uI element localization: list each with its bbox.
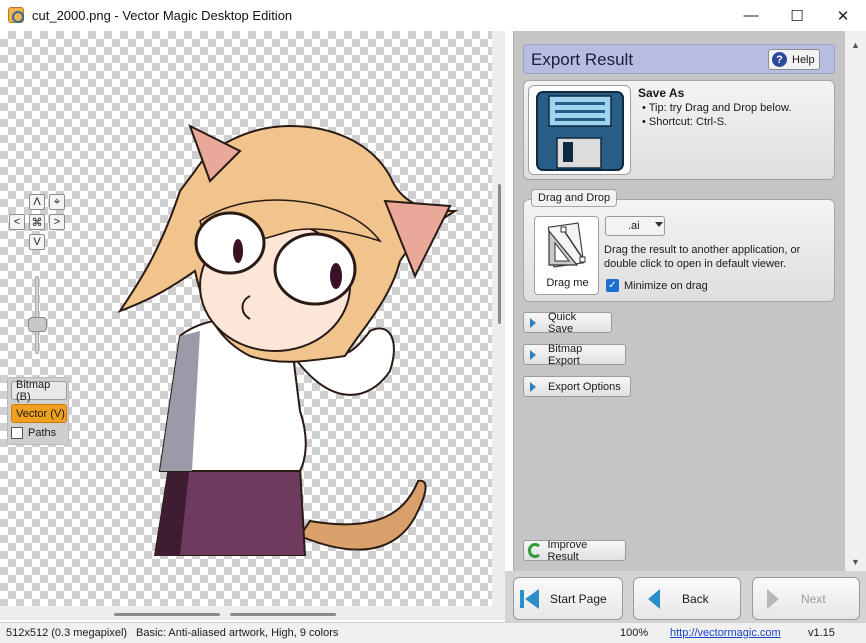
export-options-button[interactable]: Export Options <box>523 376 631 397</box>
version-label: v1.15 <box>808 627 835 639</box>
save-as-tip: • Tip: try Drag and Drop below. <box>642 102 792 114</box>
minimize-on-drag-label: Minimize on drag <box>624 279 708 292</box>
scroll-up-arrow-icon[interactable]: ▲ <box>851 40 860 50</box>
title-bar: cut_2000.png - Vector Magic Desktop Edit… <box>0 0 866 31</box>
back-button[interactable]: Back <box>633 577 741 620</box>
canvas-horizontal-scroll-thumb-secondary[interactable] <box>230 613 336 616</box>
minimize-button[interactable]: — <box>728 0 774 31</box>
canvas-horizontal-scroll-thumb[interactable] <box>114 613 220 616</box>
back-arrow-icon <box>648 588 660 609</box>
help-button[interactable]: ? Help <box>768 49 820 70</box>
window-title: cut_2000.png - Vector Magic Desktop Edit… <box>32 8 293 23</box>
paths-checkbox[interactable] <box>11 427 23 439</box>
pan-right-button[interactable]: > <box>49 214 65 230</box>
floppy-disk-icon <box>536 91 624 171</box>
image-size-status: 512x512 (0.3 megapixel) <box>6 627 128 639</box>
artwork-eye-right <box>273 232 357 306</box>
paths-toggle[interactable]: Paths <box>11 427 56 439</box>
zoom-fit-button[interactable]: ⌖ <box>49 194 65 210</box>
settings-status: Basic: Anti-aliased artwork, High, 9 col… <box>136 627 339 639</box>
start-page-button[interactable]: Start Page <box>513 577 623 620</box>
maximize-button[interactable]: ☐ <box>774 0 820 31</box>
artwork-eye-left <box>194 211 266 275</box>
drag-me-handle[interactable]: Drag me <box>534 216 599 295</box>
next-arrow-icon <box>767 588 779 609</box>
zoom-slider-thumb[interactable] <box>28 317 47 332</box>
center-view-button[interactable]: ⌘ <box>29 214 45 230</box>
help-icon: ? <box>772 52 787 67</box>
pan-down-button[interactable]: V <box>29 234 45 250</box>
artwork-tail <box>298 479 427 551</box>
panel-title: Export Result <box>531 50 634 69</box>
drag-drop-label: Drag and Drop <box>531 189 618 207</box>
zoom-slider-track[interactable] <box>35 276 39 354</box>
save-as-section: Save As • Tip: try Drag and Drop below. … <box>523 80 835 180</box>
app-icon <box>8 7 24 23</box>
chevron-down-icon <box>655 222 663 227</box>
canvas-vertical-scroll-thumb[interactable] <box>498 184 501 324</box>
export-format-value: .ai <box>628 220 640 232</box>
play-arrow-icon <box>530 381 536 392</box>
bitmap-view-button[interactable]: Bitmap (B) <box>11 379 67 403</box>
save-as-button[interactable] <box>528 85 631 175</box>
quick-save-button[interactable]: Quick Save <box>523 311 612 335</box>
refresh-icon <box>528 543 543 558</box>
next-button[interactable]: Next <box>752 577 860 620</box>
image-canvas[interactable] <box>0 31 492 606</box>
save-as-shortcut: • Shortcut: Ctrl-S. <box>642 116 728 128</box>
help-label: Help <box>792 53 815 66</box>
panel-scrollbar[interactable]: ▲ ▼ <box>845 31 866 571</box>
skip-to-start-icon <box>520 588 542 610</box>
panel-header: Export Result ? Help <box>523 44 835 74</box>
vector-view-button[interactable]: Vector (V) <box>11 404 67 423</box>
paths-label: Paths <box>28 427 57 439</box>
play-arrow-icon <box>530 349 536 360</box>
website-link[interactable]: http://vectormagic.com <box>670 627 781 639</box>
drag-drop-description: Drag the result to another application, … <box>604 244 801 270</box>
play-arrow-icon <box>530 317 536 328</box>
minimize-on-drag-checkbox[interactable]: ✓ <box>606 279 619 292</box>
document-drafting-icon <box>547 222 586 268</box>
export-format-select[interactable]: .ai <box>605 216 665 236</box>
drag-me-label: Drag me <box>546 277 589 289</box>
improve-result-button[interactable]: Improve Result <box>523 539 626 563</box>
vectorized-artwork <box>117 123 459 556</box>
scroll-down-arrow-icon[interactable]: ▼ <box>851 557 860 567</box>
pan-up-button[interactable]: Λ <box>29 194 45 210</box>
view-mode-panel: Bitmap (B) Vector (V) Paths <box>7 377 69 445</box>
close-button[interactable]: ✕ <box>820 0 866 31</box>
save-as-title: Save As <box>638 86 685 100</box>
zoom-level: 100% <box>620 627 649 639</box>
minimize-on-drag-toggle[interactable]: ✓ Minimize on drag <box>606 279 708 292</box>
status-bar: 512x512 (0.3 megapixel) Basic: Anti-alia… <box>0 622 866 643</box>
pan-left-button[interactable]: < <box>9 214 25 230</box>
bitmap-export-button[interactable]: Bitmap Export <box>523 343 626 367</box>
